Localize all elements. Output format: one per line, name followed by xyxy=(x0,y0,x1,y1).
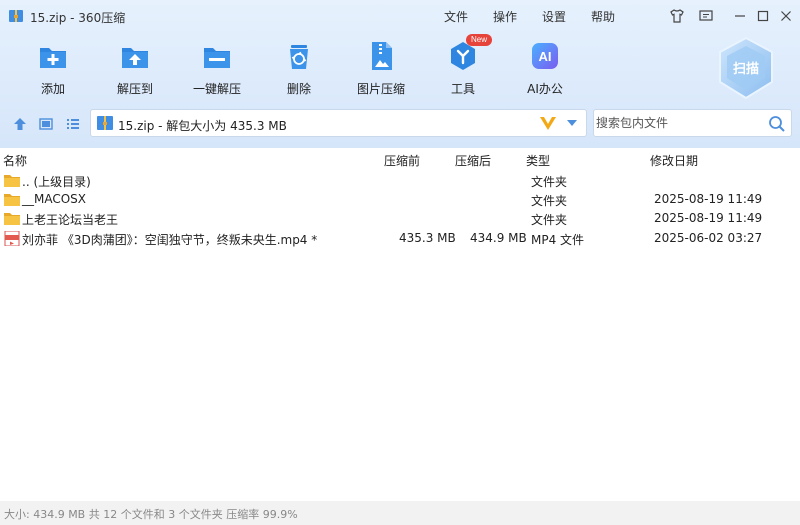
close-icon xyxy=(781,11,791,21)
search-icon[interactable] xyxy=(768,115,786,133)
column-size-after[interactable]: 压缩后 xyxy=(455,152,491,169)
folder-icon xyxy=(4,213,20,225)
maximize-icon xyxy=(757,10,769,22)
image-compress-icon xyxy=(372,42,392,70)
status-bar: 大小: 434.9 MB 共 12 个文件和 3 个文件夹 压缩率 99.9% xyxy=(0,501,800,525)
list-view-icon[interactable] xyxy=(65,116,81,132)
file-type: 文件夹 xyxy=(531,213,568,227)
column-type[interactable]: 类型 xyxy=(526,152,550,169)
file-name: 刘亦菲 《3D肉蒲团》：空闺独守节，终叛未央生.mp4 * xyxy=(22,233,318,247)
file-size-before: 435.3 MB xyxy=(399,231,456,245)
shirt-icon xyxy=(670,9,684,23)
search-box[interactable] xyxy=(593,109,792,137)
file-date: 2025-08-19 11:49 xyxy=(654,192,763,206)
ai-glyph: AI xyxy=(539,49,552,64)
v-logo-icon[interactable] xyxy=(539,115,557,131)
file-type: 文件夹 xyxy=(531,194,568,208)
file-type: 文件夹 xyxy=(531,175,568,189)
file-name: 上老王论坛当老王 xyxy=(22,213,119,227)
address-path: 15.zip - 解包大小为 435.3 MB xyxy=(118,119,287,133)
file-date: 2025-08-19 11:49 xyxy=(654,211,763,225)
menu-file[interactable]: 文件 xyxy=(444,8,468,25)
image-compress-button[interactable]: 图片压缩 xyxy=(351,40,411,98)
maximize-button[interactable] xyxy=(753,6,773,26)
ai-office-button[interactable]: AI AI办公 xyxy=(515,40,575,98)
app-logo-icon xyxy=(9,10,23,22)
delete-button[interactable]: 删除 xyxy=(269,40,329,98)
scan-button[interactable]: 扫描 xyxy=(716,36,776,100)
address-bar[interactable]: 15.zip - 解包大小为 435.3 MB xyxy=(90,109,587,137)
minimize-icon xyxy=(735,15,745,17)
window-title: 15.zip - 360压缩 xyxy=(30,11,126,25)
extract-to-button[interactable]: 解压到 xyxy=(105,40,165,98)
file-row[interactable]: 刘亦菲 《3D肉蒲团》：空闺独守节，终叛未央生.mp4 * 435.3 MB 4… xyxy=(0,229,800,249)
menu-operation[interactable]: 操作 xyxy=(493,8,517,25)
search-input[interactable] xyxy=(596,113,761,133)
add-label: 添加 xyxy=(40,82,65,96)
title-bar: 15.zip - 360压缩 文件 操作 设置 帮助 xyxy=(0,0,800,32)
extract-to-label: 解压到 xyxy=(116,82,153,96)
column-header: 名称 压缩前 压缩后 类型 修改日期 xyxy=(0,150,800,170)
file-type: MP4 文件 xyxy=(531,233,585,247)
skin-button[interactable] xyxy=(667,6,687,26)
file-row[interactable]: __MACOSX 文件夹 2025-08-19 11:49 xyxy=(0,190,800,210)
ai-office-icon: AI xyxy=(532,43,558,69)
large-icon-view-icon[interactable] xyxy=(38,116,54,132)
one-click-extract-icon xyxy=(204,48,230,68)
video-file-icon xyxy=(4,231,20,246)
scan-label: 扫描 xyxy=(732,62,759,77)
feedback-button[interactable] xyxy=(696,6,716,26)
minimize-button[interactable] xyxy=(730,6,750,26)
file-row[interactable]: .. (上级目录) 文件夹 xyxy=(0,171,800,191)
status-text: 大小: 434.9 MB 共 12 个文件和 3 个文件夹 压缩率 99.9% xyxy=(4,508,298,521)
address-dropdown-icon[interactable] xyxy=(567,120,577,126)
message-icon xyxy=(699,10,713,21)
folder-icon xyxy=(4,194,20,206)
delete-icon xyxy=(290,45,308,69)
tools-button[interactable]: 工具 xyxy=(433,40,493,98)
add-button[interactable]: 添加 xyxy=(23,40,83,98)
file-row[interactable]: 上老王论坛当老王 文件夹 2025-08-19 11:49 xyxy=(0,209,800,229)
up-arrow-icon[interactable] xyxy=(12,116,28,132)
column-size-before[interactable]: 压缩前 xyxy=(384,152,420,169)
menu-settings[interactable]: 设置 xyxy=(542,8,566,25)
column-name[interactable]: 名称 xyxy=(3,152,27,169)
add-icon xyxy=(40,48,66,68)
extract-to-icon xyxy=(122,48,148,68)
tools-label: 工具 xyxy=(450,82,475,96)
file-date: 2025-06-02 03:27 xyxy=(654,231,763,245)
one-click-extract-button[interactable]: 一键解压 xyxy=(187,40,247,98)
folder-icon xyxy=(4,175,20,187)
new-badge: New xyxy=(466,34,492,46)
delete-label: 删除 xyxy=(286,82,311,96)
file-size-after: 434.9 MB xyxy=(470,231,527,245)
file-name: .. (上级目录) xyxy=(22,175,91,189)
close-button[interactable] xyxy=(776,6,796,26)
zip-archive-icon xyxy=(97,116,113,130)
column-modified-date[interactable]: 修改日期 xyxy=(650,152,698,169)
image-compress-label: 图片压缩 xyxy=(356,82,405,96)
file-name: __MACOSX xyxy=(22,192,87,206)
menu-help[interactable]: 帮助 xyxy=(591,8,615,25)
ai-office-label: AI办公 xyxy=(527,82,563,96)
one-click-extract-label: 一键解压 xyxy=(192,82,241,96)
top-panel: 15.zip - 360压缩 文件 操作 设置 帮助 添加 解压到 一键解压 删… xyxy=(0,0,800,148)
